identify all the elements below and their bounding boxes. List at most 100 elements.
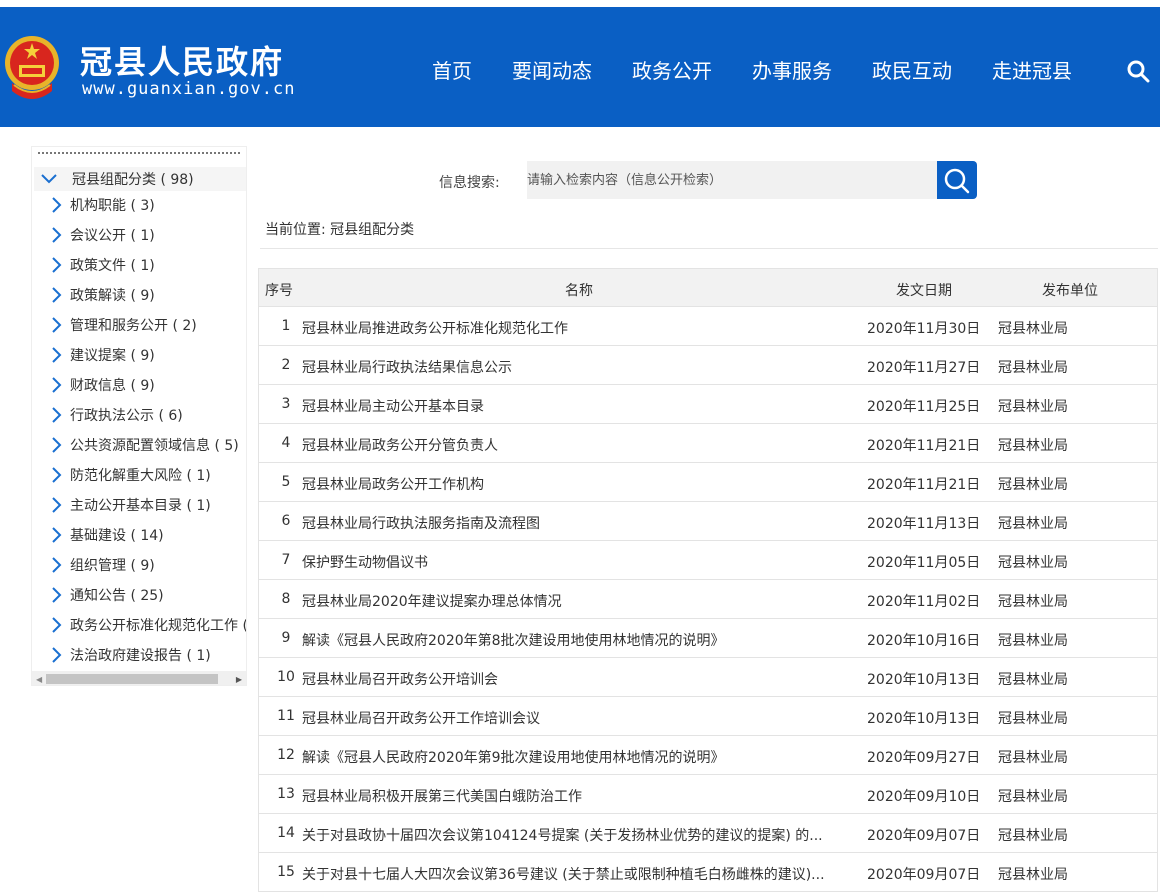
search-button[interactable]	[937, 161, 977, 199]
row-title-link[interactable]: 解读《冠县人民政府2020年第8批次建设用地使用林地情况的说明》	[302, 630, 857, 650]
row-title-link[interactable]: 保护野生动物倡议书	[302, 552, 857, 572]
tree-item-label: 防范化解重大风险 ( 1)	[70, 468, 211, 484]
nav-services[interactable]: 办事服务	[752, 55, 832, 84]
row-index: 2	[281, 357, 291, 373]
row-index: 6	[281, 513, 291, 529]
scroll-right-icon[interactable]: ▶	[236, 675, 242, 684]
breadcrumb: 当前位置: 冠县组配分类	[265, 222, 415, 238]
row-title-link[interactable]: 关于对县政协十届四次会议第104124号提案 (关于发扬林业优势的建议的提案) …	[302, 825, 857, 845]
search-icon[interactable]	[1126, 59, 1150, 83]
row-title-link[interactable]: 冠县林业局主动公开基本目录	[302, 396, 857, 416]
table-row[interactable]: 9 解读《冠县人民政府2020年第8批次建设用地使用林地情况的说明》 2020年10…	[259, 619, 1157, 658]
nav-news[interactable]: 要闻动态	[512, 55, 592, 84]
tree-item-organization[interactable]: 组织管理 ( 9)	[50, 553, 155, 577]
table-row[interactable]: 2 冠县林业局行政执法结果信息公示 2020年11月27日 冠县林业局	[259, 346, 1157, 385]
row-date: 2020年11月05日	[867, 555, 981, 571]
table-row[interactable]: 5 冠县林业局政务公开工作机构 2020年11月21日 冠县林业局	[259, 463, 1157, 502]
nav-about[interactable]: 走进冠县	[992, 55, 1072, 84]
tree-item-risk-prevention[interactable]: 防范化解重大风险 ( 1)	[50, 463, 211, 487]
chevron-right-icon	[52, 257, 62, 273]
row-title-link[interactable]: 解读《冠县人民政府2020年第9批次建设用地使用林地情况的说明》	[302, 747, 857, 767]
tree-item-rule-of-law-report[interactable]: 法治政府建设报告 ( 1)	[50, 643, 211, 667]
scrollbar-thumb[interactable]	[46, 674, 218, 684]
scroll-left-icon[interactable]: ◀	[36, 675, 42, 684]
tree-item-law-enforcement[interactable]: 行政执法公示 ( 6)	[50, 403, 183, 427]
table-row[interactable]: 6 冠县林业局行政执法服务指南及流程图 2020年11月13日 冠县林业局	[259, 502, 1157, 541]
header-date: 发文日期	[896, 283, 952, 299]
tree-item-label: 法治政府建设报告 ( 1)	[70, 648, 211, 664]
row-index: 7	[281, 552, 291, 568]
tree-item-basic-catalog[interactable]: 主动公开基本目录 ( 1)	[50, 493, 211, 517]
table-row[interactable]: 15 关于对县十七届人大四次会议第36号建议 (关于禁止或限制种植毛白杨雌株的建议…	[259, 853, 1157, 892]
main-nav: 首页 要闻动态 政务公开 办事服务 政民互动 走进冠县	[432, 55, 1112, 84]
tree-item-standardization[interactable]: 政务公开标准化规范化工作 (	[50, 613, 246, 637]
tree-item-public-resources[interactable]: 公共资源配置领域信息 ( 5)	[50, 433, 239, 457]
row-title-link[interactable]: 冠县林业局政务公开分管负责人	[302, 435, 857, 455]
row-unit: 冠县林业局	[998, 789, 1068, 805]
tree-item-policy-interpretation[interactable]: 政策解读 ( 9)	[50, 283, 155, 307]
table-row[interactable]: 13 冠县林业局积极开展第三代美国白蛾防治工作 2020年09月10日 冠县林业局	[259, 775, 1157, 814]
row-date: 2020年10月13日	[867, 672, 981, 688]
nav-home[interactable]: 首页	[432, 55, 472, 84]
tree-item-label: 建议提案 ( 9)	[70, 348, 155, 364]
site-url: www.guanxian.gov.cn	[82, 79, 296, 99]
row-index: 3	[281, 396, 291, 412]
table-row[interactable]: 14 关于对县政协十届四次会议第104124号提案 (关于发扬林业优势的建议的提案…	[259, 814, 1157, 853]
chevron-right-icon	[52, 587, 62, 603]
search-input[interactable]	[527, 161, 937, 199]
tree-item-infrastructure[interactable]: 基础建设 ( 14)	[50, 523, 164, 547]
row-index: 5	[281, 474, 291, 490]
tree-item-label: 组织管理 ( 9)	[70, 558, 155, 574]
tree-item-org-functions[interactable]: 机构职能 ( 3)	[50, 193, 155, 217]
tree-divider	[38, 152, 240, 154]
chevron-right-icon	[52, 647, 62, 663]
row-title-link[interactable]: 冠县林业局行政执法服务指南及流程图	[302, 513, 857, 533]
table-row[interactable]: 10 冠县林业局召开政务公开培训会 2020年10月13日 冠县林业局	[259, 658, 1157, 697]
chevron-down-icon	[41, 174, 57, 184]
nav-gov-affairs[interactable]: 政务公开	[632, 55, 712, 84]
tree-item-notices[interactable]: 通知公告 ( 25)	[50, 583, 164, 607]
row-title-link[interactable]: 冠县林业局政务公开工作机构	[302, 474, 857, 494]
row-index: 14	[277, 825, 295, 841]
row-date: 2020年11月02日	[867, 594, 981, 610]
row-title-link[interactable]: 冠县林业局召开政务公开培训会	[302, 669, 857, 689]
tree-root-label: 冠县组配分类 ( 98)	[72, 172, 194, 188]
tree-item-label: 管理和服务公开 ( 2)	[70, 318, 197, 334]
tree-item-policy-docs[interactable]: 政策文件 ( 1)	[50, 253, 155, 277]
row-index: 8	[281, 591, 291, 607]
row-date: 2020年09月27日	[867, 750, 981, 766]
category-tree: 冠县组配分类 ( 98) 机构职能 ( 3) 会议公开 ( 1) 政策文件 ( …	[31, 146, 247, 686]
row-title-link[interactable]: 冠县林业局积极开展第三代美国白蛾防治工作	[302, 786, 857, 806]
tree-item-meetings[interactable]: 会议公开 ( 1)	[50, 223, 155, 247]
table-row[interactable]: 3 冠县林业局主动公开基本目录 2020年11月25日 冠县林业局	[259, 385, 1157, 424]
row-title-link[interactable]: 冠县林业局行政执法结果信息公示	[302, 357, 857, 377]
row-title-link[interactable]: 冠县林业局召开政务公开工作培训会议	[302, 708, 857, 728]
row-title-link[interactable]: 冠县林业局推进政务公开标准化规范化工作	[302, 318, 857, 338]
tree-item-finance[interactable]: 财政信息 ( 9)	[50, 373, 155, 397]
tree-item-proposals[interactable]: 建议提案 ( 9)	[50, 343, 155, 367]
tree-item-label: 机构职能 ( 3)	[70, 198, 155, 214]
table-row[interactable]: 1 冠县林业局推进政务公开标准化规范化工作 2020年11月30日 冠县林业局	[259, 307, 1157, 346]
row-unit: 冠县林业局	[998, 360, 1068, 376]
row-date: 2020年11月13日	[867, 516, 981, 532]
tree-root[interactable]: 冠县组配分类 ( 98)	[34, 167, 246, 191]
tree-item-label: 行政执法公示 ( 6)	[70, 408, 183, 424]
row-date: 2020年09月10日	[867, 789, 981, 805]
divider	[260, 248, 1158, 249]
table-row[interactable]: 7 保护野生动物倡议书 2020年11月05日 冠县林业局	[259, 541, 1157, 580]
table-row[interactable]: 4 冠县林业局政务公开分管负责人 2020年11月21日 冠县林业局	[259, 424, 1157, 463]
row-title-link[interactable]: 冠县林业局2020年建议提案办理总体情况	[302, 591, 857, 611]
chevron-right-icon	[52, 317, 62, 333]
chevron-right-icon	[52, 347, 62, 363]
nav-interaction[interactable]: 政民互动	[872, 55, 952, 84]
tree-item-management-services[interactable]: 管理和服务公开 ( 2)	[50, 313, 197, 337]
row-index: 11	[277, 708, 295, 724]
horizontal-scrollbar[interactable]: ◀ ▶	[32, 671, 246, 685]
row-title-link[interactable]: 关于对县十七届人大四次会议第36号建议 (关于禁止或限制种植毛白杨雌株的建议).…	[302, 864, 857, 884]
search-label: 信息搜索:	[439, 175, 500, 191]
chevron-right-icon	[52, 527, 62, 543]
tree-item-label: 财政信息 ( 9)	[70, 378, 155, 394]
table-row[interactable]: 11 冠县林业局召开政务公开工作培训会议 2020年10月13日 冠县林业局	[259, 697, 1157, 736]
table-row[interactable]: 8 冠县林业局2020年建议提案办理总体情况 2020年11月02日 冠县林业局	[259, 580, 1157, 619]
table-row[interactable]: 12 解读《冠县人民政府2020年第9批次建设用地使用林地情况的说明》 2020年0…	[259, 736, 1157, 775]
